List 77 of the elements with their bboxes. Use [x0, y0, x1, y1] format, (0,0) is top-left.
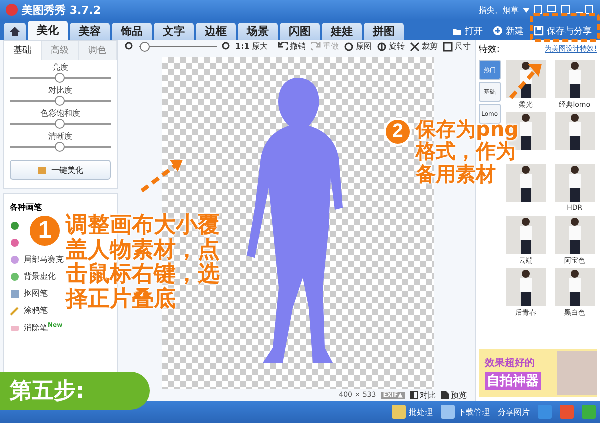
home-icon: [10, 27, 20, 36]
effect-thumbnail[interactable]: [506, 268, 546, 306]
effect-thumbnail[interactable]: [506, 164, 546, 202]
menu-tab[interactable]: 娃娃: [322, 23, 362, 40]
annotation-text: 调整画布大小覆 盖人物素材，点 击鼠标右键，选 择正片叠底: [66, 214, 220, 312]
step-banner: 第五步:: [0, 372, 150, 410]
ad-headline: 效果超好的: [484, 356, 536, 370]
open-button[interactable]: 打开: [448, 22, 487, 40]
slider-thumb[interactable]: [55, 73, 66, 83]
slider-label: 对比度: [48, 85, 72, 96]
share-button[interactable]: 分享图片: [498, 406, 530, 418]
preview-button[interactable]: 预览: [440, 390, 467, 401]
brush-item[interactable]: 背景虚化: [24, 271, 56, 282]
actual-size-button[interactable]: 1:1 原大: [236, 41, 268, 52]
menu-tab[interactable]: 边框: [196, 23, 236, 40]
zoom-out-icon[interactable]: [124, 42, 134, 52]
auto-beautify-button[interactable]: 一键美化: [10, 160, 111, 180]
undo-button[interactable]: 撤销: [278, 41, 306, 52]
slider-thumb[interactable]: [55, 119, 66, 129]
home-tab[interactable]: [4, 23, 26, 40]
menu-tab[interactable]: 拼图: [364, 23, 404, 40]
effect-thumbnail[interactable]: [554, 112, 595, 150]
menu-tab[interactable]: 文字: [154, 23, 194, 40]
menu-tab[interactable]: 美化: [28, 21, 68, 40]
compare-button[interactable]: 对比: [410, 390, 436, 401]
slider-label: 色彩饱和度: [40, 108, 80, 119]
pen-icon: [10, 306, 20, 316]
resize-icon: [442, 42, 453, 52]
effect-thumbnail[interactable]: [554, 60, 595, 98]
floppy-icon: [534, 26, 544, 36]
rotate-icon: [376, 42, 387, 52]
folder-icon: [452, 26, 462, 36]
undo-icon: [278, 42, 288, 52]
menu-tab[interactable]: 场景: [238, 23, 278, 40]
effect-thumbnail[interactable]: [554, 268, 595, 306]
dashed-arrow: [508, 62, 543, 100]
ad-title: 自拍神器: [484, 372, 541, 390]
menu-tab[interactable]: 闪图: [280, 23, 320, 40]
effect-thumbnail[interactable]: [554, 164, 595, 202]
rotate-button[interactable]: 旋转: [376, 41, 405, 52]
brush-item[interactable]: 消除笔$^{New}$: [24, 322, 63, 334]
redo-icon: [310, 42, 321, 52]
brush-item[interactable]: 涂鸦笔: [24, 305, 48, 316]
effects-title: 特效:: [478, 44, 500, 56]
download-button[interactable]: 下载管理: [441, 405, 490, 419]
circle-icon: [344, 42, 354, 52]
original-button[interactable]: 原图: [344, 41, 372, 52]
resize-button[interactable]: 尺寸: [442, 41, 471, 52]
zoom-thumb[interactable]: [140, 42, 150, 52]
effect-thumbnail[interactable]: [554, 216, 595, 254]
ad-banner[interactable]: 效果超好的 自拍神器: [478, 349, 597, 397]
plus-circle-icon: [493, 26, 503, 36]
app-logo-icon: [6, 4, 18, 16]
slider-label: 清晰度: [48, 131, 72, 142]
caret-icon[interactable]: [523, 8, 530, 12]
highlight-frame: [530, 13, 600, 42]
photo-placeholder: [557, 351, 597, 395]
panel-title: 各种画笔: [9, 202, 43, 214]
slider-thumb[interactable]: [55, 96, 66, 106]
batch-button[interactable]: 批处理: [392, 405, 433, 419]
effect-thumbnail[interactable]: [506, 216, 546, 254]
cutout-icon: [10, 288, 20, 298]
compare-icon: [410, 391, 418, 400]
brush-item[interactable]: 抠图笔: [24, 288, 48, 299]
new-button[interactable]: 新建: [489, 22, 528, 40]
menu-tab[interactable]: 美容: [70, 23, 110, 40]
save-share-button[interactable]: 保存与分享: [530, 22, 596, 40]
slider-label: 亮度: [52, 62, 68, 73]
slider-thumb[interactable]: [55, 142, 66, 152]
window-title: 美图秀秀 3.7.2: [22, 2, 102, 18]
zoom-in-icon[interactable]: [222, 42, 231, 52]
user-menu[interactable]: 指尖、烟草: [479, 4, 519, 16]
menu-tab[interactable]: 饰品: [112, 23, 152, 40]
crop-button[interactable]: 裁剪: [410, 41, 438, 52]
dashed-arrow: [140, 158, 185, 193]
window-controls-icon[interactable]: [534, 5, 594, 15]
brush-item[interactable]: 局部马赛克: [24, 254, 64, 265]
